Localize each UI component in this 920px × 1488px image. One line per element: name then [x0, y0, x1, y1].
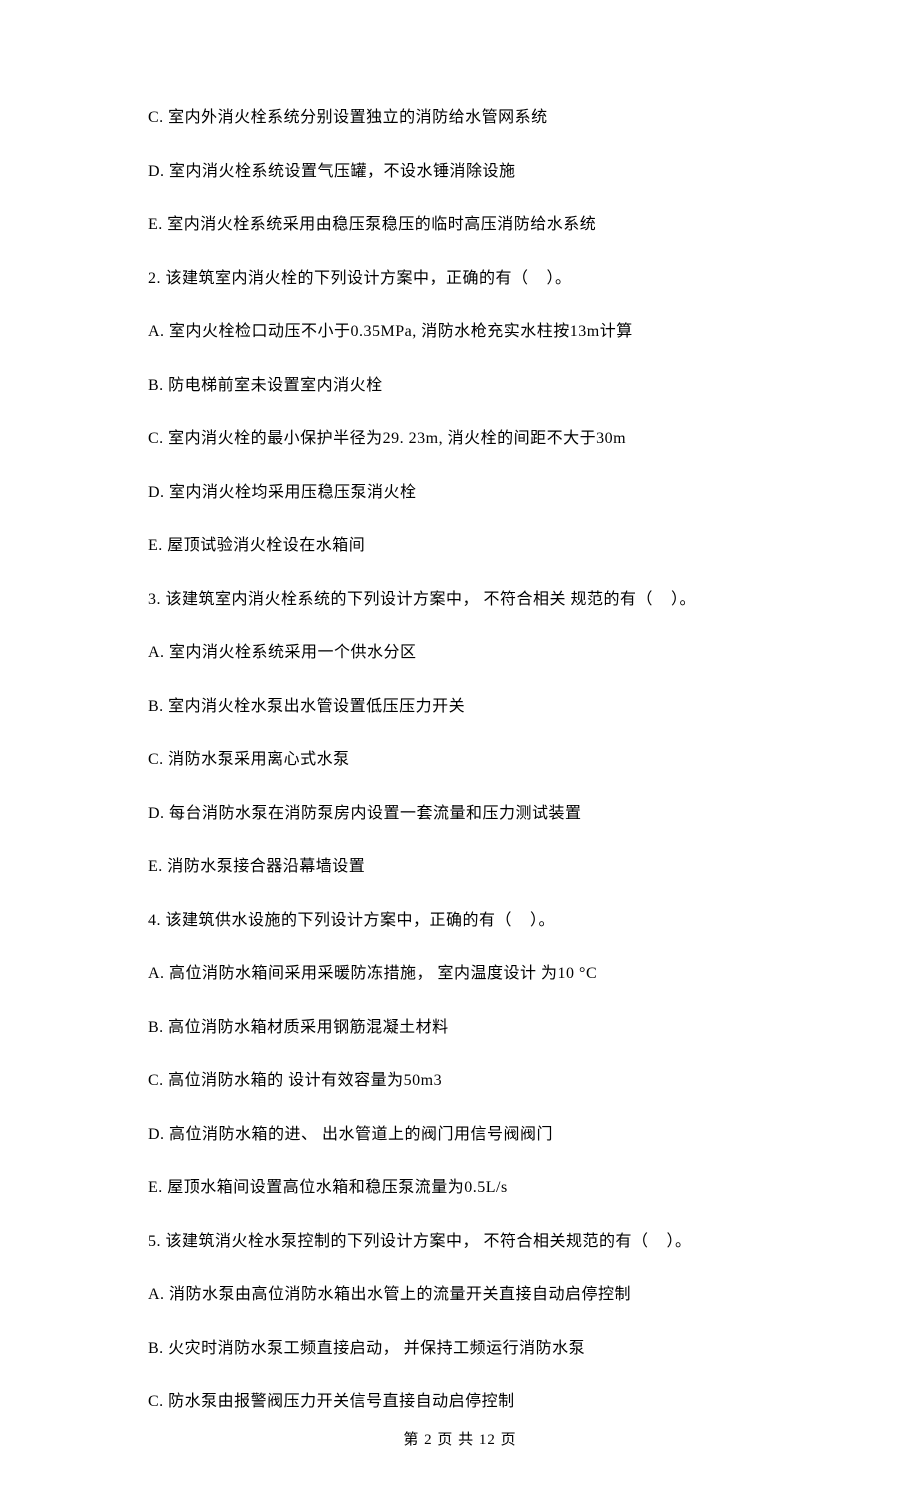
option-e: E. 室内消火栓系统采用由稳压泵稳压的临时高压消防给水系统 [148, 217, 780, 233]
option-d: D. 高位消防水箱的进、 出水管道上的阀门用信号阀阀门 [148, 1127, 780, 1143]
question-2: 2. 该建筑室内消火栓的下列设计方案中，正确的有（ ）。 [148, 271, 780, 287]
question-4: 4. 该建筑供水设施的下列设计方案中，正确的有（ ）。 [148, 913, 780, 929]
question-3: 3. 该建筑室内消火栓系统的下列设计方案中， 不符合相关 规范的有（ ）。 [148, 592, 780, 608]
option-c: C. 室内外消火栓系统分别设置独立的消防给水管网系统 [148, 110, 780, 126]
option-c: C. 防水泵由报警阀压力开关信号直接自动启停控制 [148, 1394, 780, 1410]
option-c: C. 室内消火栓的最小保护半径为29. 23m, 消火栓的间距不大于30m [148, 431, 780, 447]
question-5: 5. 该建筑消火栓水泵控制的下列设计方案中， 不符合相关规范的有（ ）。 [148, 1234, 780, 1250]
page-footer: 第 2 页 共 12 页 [0, 1433, 920, 1448]
option-a: A. 高位消防水箱间采用采暖防冻措施， 室内温度设计 为10 °C [148, 966, 780, 982]
option-b: B. 室内消火栓水泵出水管设置低压压力开关 [148, 699, 780, 715]
option-b: B. 防电梯前室未设置室内消火栓 [148, 378, 780, 394]
option-a: A. 室内消火栓系统采用一个供水分区 [148, 645, 780, 661]
option-b: B. 火灾时消防水泵工频直接启动， 并保持工频运行消防水泵 [148, 1341, 780, 1357]
option-a: A. 室内火栓检口动压不小于0.35MPa, 消防水枪充实水柱按13m计算 [148, 324, 780, 340]
option-e: E. 屋顶试验消火栓设在水箱间 [148, 538, 780, 554]
option-d: D. 室内消火栓均采用压稳压泵消火栓 [148, 485, 780, 501]
option-b: B. 高位消防水箱材质采用钢筋混凝土材料 [148, 1020, 780, 1036]
option-d: D. 室内消火栓系统设置气压罐，不设水锤消除设施 [148, 164, 780, 180]
option-a: A. 消防水泵由高位消防水箱出水管上的流量开关直接自动启停控制 [148, 1287, 780, 1303]
document-page: C. 室内外消火栓系统分别设置独立的消防给水管网系统 D. 室内消火栓系统设置气… [0, 0, 920, 1488]
option-e: E. 消防水泵接合器沿幕墙设置 [148, 859, 780, 875]
option-c: C. 高位消防水箱的 设计有效容量为50m3 [148, 1073, 780, 1089]
option-c: C. 消防水泵采用离心式水泵 [148, 752, 780, 768]
option-e: E. 屋顶水箱间设置高位水箱和稳压泵流量为0.5L/s [148, 1180, 780, 1196]
option-d: D. 每台消防水泵在消防泵房内设置一套流量和压力测试装置 [148, 806, 780, 822]
